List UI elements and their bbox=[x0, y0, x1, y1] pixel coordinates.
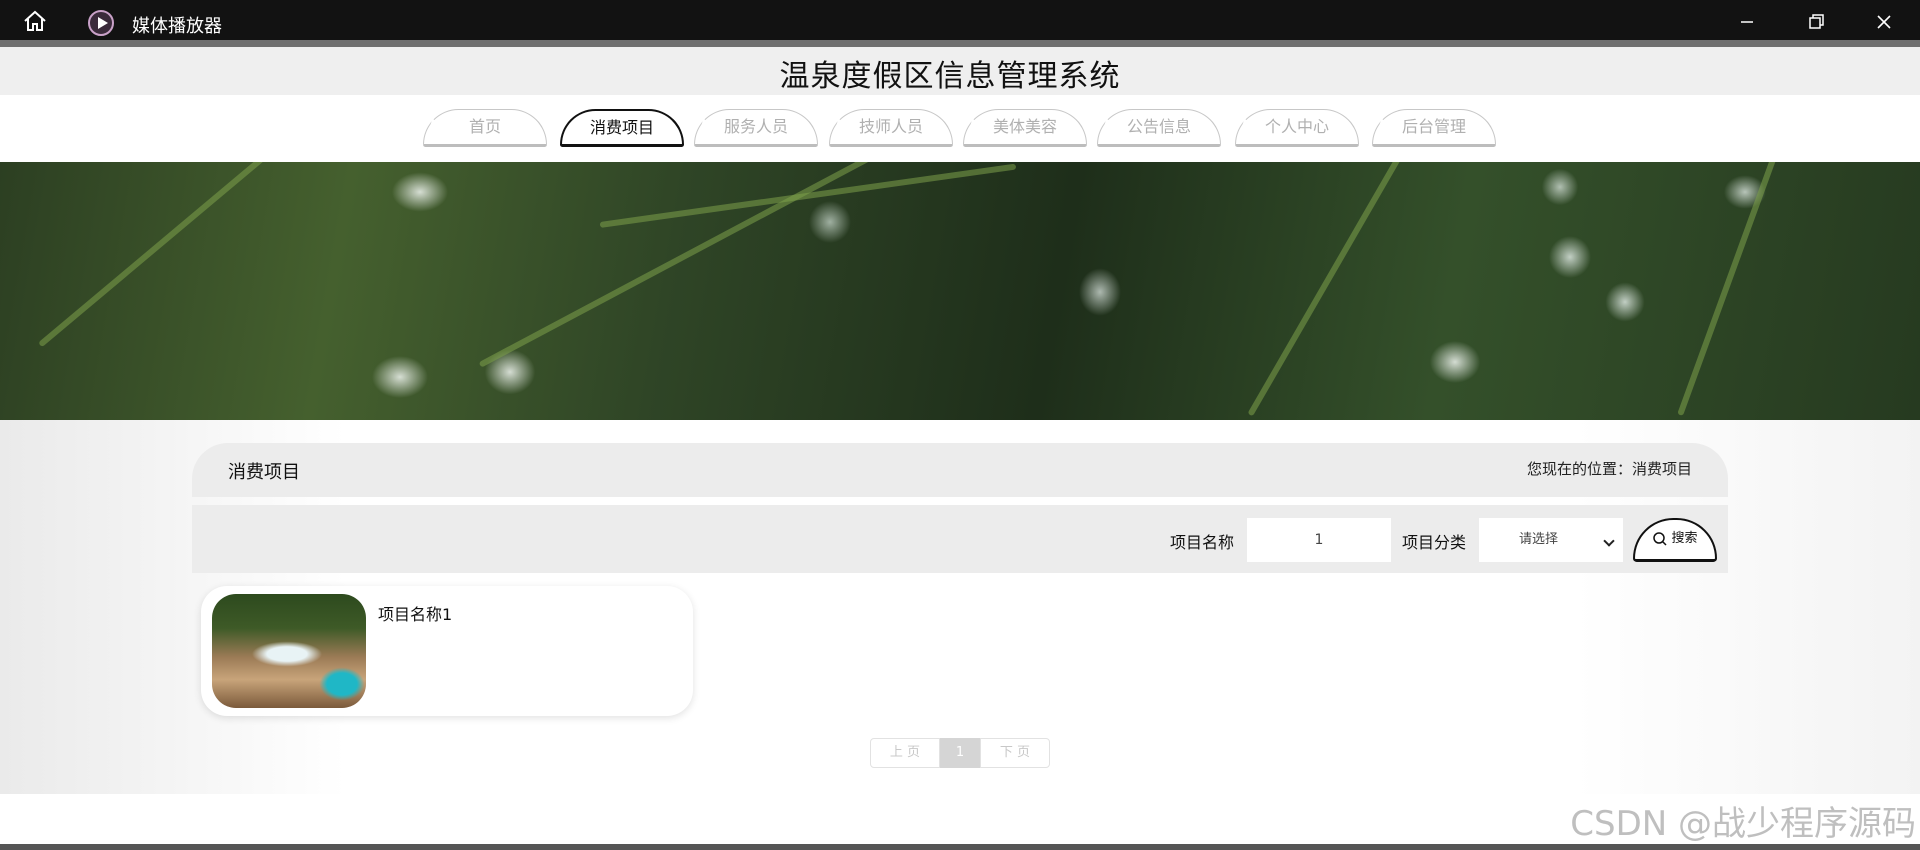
nav-item-technicians[interactable]: 技师人员 bbox=[829, 109, 953, 147]
item-thumbnail[interactable] bbox=[212, 594, 366, 708]
close-icon[interactable] bbox=[1870, 8, 1898, 36]
minimize-icon[interactable] bbox=[1733, 8, 1761, 36]
nav-item-profile[interactable]: 个人中心 bbox=[1235, 109, 1359, 147]
nav-item-consumption[interactable]: 消费项目 bbox=[560, 109, 684, 147]
section-title: 消费项目 bbox=[228, 462, 300, 483]
nav-item-home[interactable]: 首页 bbox=[423, 109, 547, 147]
banner-stem bbox=[599, 163, 1017, 228]
page-number-current[interactable]: 1 bbox=[940, 738, 980, 768]
search-button-label: 搜索 bbox=[1671, 531, 1698, 546]
breadcrumb: 您现在的位置：消费项目 bbox=[1526, 460, 1692, 478]
watermark: CSDN @战少程序源码 bbox=[1570, 804, 1916, 844]
chevron-down-icon bbox=[1603, 535, 1615, 547]
project-name-label: 项目名称 bbox=[1170, 533, 1235, 552]
title-divider bbox=[0, 40, 1920, 47]
restore-icon[interactable] bbox=[1802, 8, 1830, 36]
pagination: 上 页 1 下 页 bbox=[870, 738, 1050, 768]
nav-item-notices[interactable]: 公告信息 bbox=[1097, 109, 1221, 147]
section-header: 消费项目 您现在的位置：消费项目 bbox=[192, 443, 1728, 497]
nav-item-service-staff[interactable]: 服务人员 bbox=[694, 109, 818, 147]
page-title: 温泉度假区信息管理系统 bbox=[779, 59, 1121, 94]
next-page-button[interactable]: 下 页 bbox=[980, 738, 1050, 768]
banner-stem bbox=[38, 162, 318, 348]
list-item[interactable]: 项目名称1 bbox=[201, 586, 693, 716]
app-title: 媒体播放器 bbox=[132, 16, 222, 37]
nav-item-admin[interactable]: 后台管理 bbox=[1372, 109, 1496, 147]
project-category-select[interactable]: 请选择 bbox=[1479, 518, 1623, 562]
prev-page-button[interactable]: 上 页 bbox=[870, 738, 940, 768]
banner-stem bbox=[478, 162, 923, 368]
project-name-input[interactable] bbox=[1247, 518, 1391, 562]
search-button[interactable]: 搜索 bbox=[1633, 518, 1717, 562]
search-icon bbox=[1653, 531, 1668, 546]
select-value: 请选择 bbox=[1519, 532, 1559, 547]
search-bar: 项目名称 项目分类 请选择 搜索 bbox=[192, 505, 1728, 573]
nav-item-beauty[interactable]: 美体美容 bbox=[963, 109, 1087, 147]
hero-banner bbox=[0, 162, 1920, 420]
banner-stem bbox=[1247, 162, 1443, 417]
main-nav: 首页 消费项目 服务人员 技师人员 美体美容 公告信息 个人中心 后台管理 bbox=[0, 95, 1920, 162]
window-titlebar: 媒体播放器 bbox=[0, 0, 1920, 40]
item-name[interactable]: 项目名称1 bbox=[378, 601, 452, 625]
media-player-icon bbox=[88, 10, 114, 36]
home-icon[interactable] bbox=[22, 10, 48, 32]
site-header: 温泉度假区信息管理系统 bbox=[0, 47, 1920, 95]
banner-stem bbox=[1677, 162, 1786, 417]
project-category-label: 项目分类 bbox=[1402, 533, 1467, 552]
